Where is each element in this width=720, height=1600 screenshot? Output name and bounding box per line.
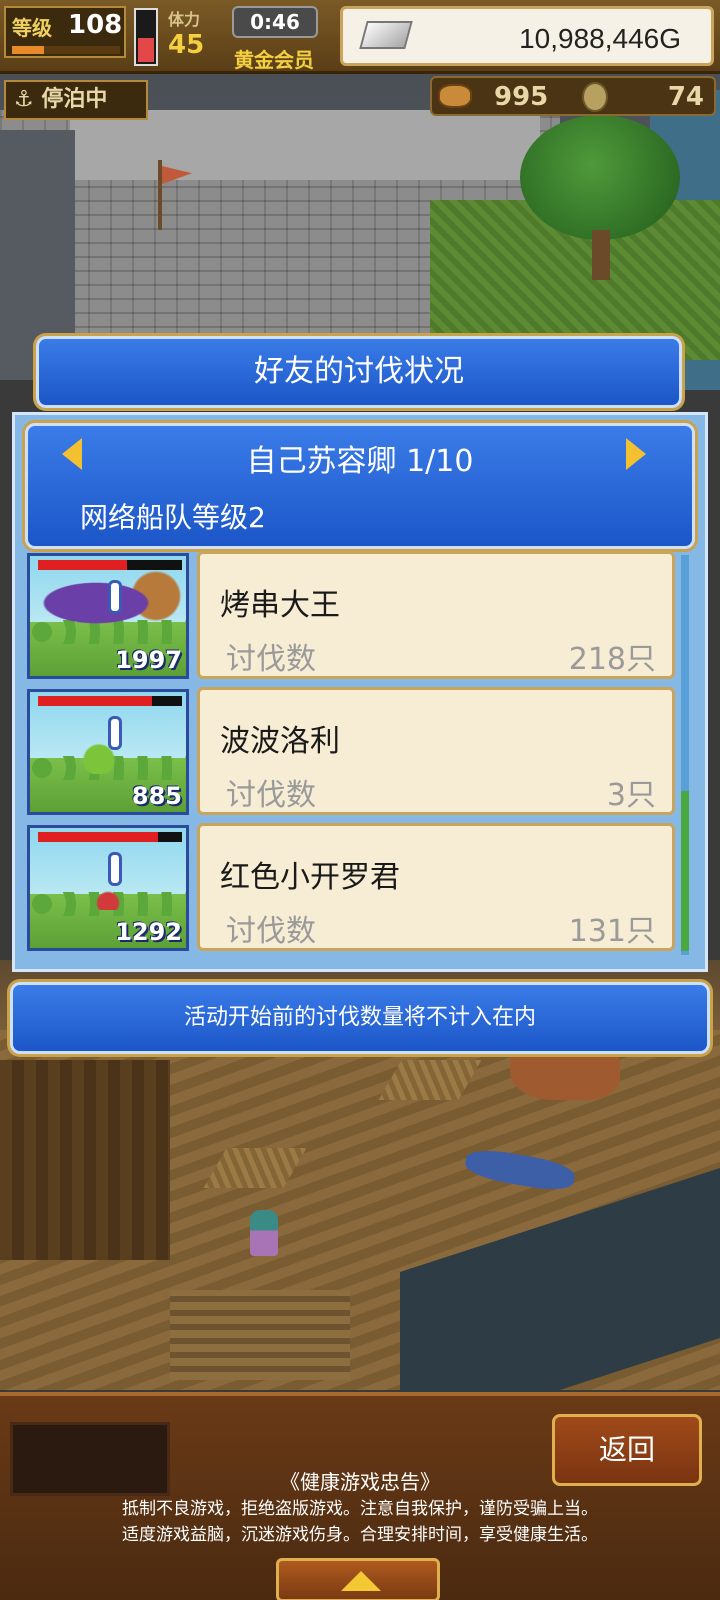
- monster-level: 885: [131, 782, 182, 810]
- scrollbar-thumb[interactable]: [681, 791, 689, 951]
- arrow-up-icon: [341, 1571, 381, 1591]
- tree: [520, 115, 680, 240]
- monster-hp-fill: [38, 560, 128, 570]
- monster-hp-fill: [38, 832, 158, 842]
- stamina-label: 体力: [168, 10, 201, 29]
- friend-card[interactable]: 红色小开罗君 讨伐数 131只: [197, 823, 675, 951]
- tree-trunk: [592, 230, 610, 280]
- level-progress-fill: [12, 46, 45, 54]
- money-value: 10,988,446G: [519, 23, 681, 54]
- fleet-level: 网络船队等级2: [80, 501, 266, 534]
- level-value: 108: [68, 10, 123, 40]
- list-item[interactable]: 1292 红色小开罗君 讨伐数 131只: [25, 823, 675, 953]
- coin-value: 74: [667, 82, 704, 112]
- hunt-count-value: 131只: [568, 914, 656, 949]
- ship-cabin: [0, 1060, 170, 1260]
- hunt-count-value: 218只: [568, 642, 656, 677]
- monster-hp-bar: [38, 560, 182, 570]
- friend-card[interactable]: 烤串大王 讨伐数 218只: [197, 551, 675, 679]
- monster-hp-fill: [38, 696, 152, 706]
- silver-bar-icon: [359, 21, 413, 49]
- level-panel[interactable]: 等级 108: [4, 6, 126, 58]
- level-progress-bar: [12, 46, 120, 54]
- list-item[interactable]: 1997 烤串大王 讨伐数 218只: [25, 551, 675, 681]
- alert-icon: [108, 852, 122, 886]
- player-character[interactable]: [250, 1210, 278, 1256]
- dialog-title: 好友的讨伐状况: [36, 336, 682, 408]
- stamina-gauge[interactable]: [134, 8, 158, 66]
- hunt-count-label: 讨伐数: [226, 914, 316, 949]
- monster-thumbnail: 885: [27, 689, 189, 815]
- monster-thumbnail: 1292: [27, 825, 189, 951]
- friend-card[interactable]: 波波洛利 讨伐数 3只: [197, 687, 675, 815]
- money-panel[interactable]: 10,988,446G: [340, 6, 714, 66]
- monster-hp-bar: [38, 696, 182, 706]
- hunt-count-label: 讨伐数: [226, 642, 316, 677]
- ship-status-label: 停泊中: [41, 87, 108, 112]
- stamina-value: 45: [168, 30, 205, 60]
- list-item[interactable]: 885 波波洛利 讨伐数 3只: [25, 687, 675, 817]
- castle-rampart: [70, 110, 540, 180]
- player-name: 自己苏容卿 1/10: [246, 444, 474, 479]
- ship-stairs: [170, 1290, 350, 1380]
- stamina-fill: [138, 37, 154, 62]
- top-hud: 等级 108 体力 45 0:46 黄金会员 10,988,446G: [0, 0, 720, 74]
- friend-hunt-panel: 自己苏容卿 1/10 网络船队等级2 1997 烤串大王 讨伐数 218只 88…: [12, 412, 708, 972]
- next-player-arrow-icon[interactable]: [626, 438, 646, 470]
- monster-thumbnail: 1997: [27, 553, 189, 679]
- flag-pole: [158, 160, 162, 230]
- anchor-icon: ⚓: [14, 87, 34, 112]
- expand-menu-button[interactable]: [276, 1558, 440, 1600]
- health-advice-title: 《健康游戏忠告》: [280, 1470, 440, 1494]
- friend-name: 红色小开罗君: [220, 860, 400, 895]
- friend-name: 波波洛利: [220, 724, 340, 759]
- resource-panel[interactable]: 995 74: [430, 76, 716, 116]
- bottom-bar: 返回 《健康游戏忠告》 抵制不良游戏，拒绝盗版游戏。注意自我保护，谨防受骗上当。…: [0, 1392, 720, 1600]
- hunt-list[interactable]: 1997 烤串大王 讨伐数 218只 885 波波洛利 讨伐数 3只 1292 …: [25, 551, 675, 959]
- monster-hp-bar: [38, 832, 182, 842]
- meat-icon: [438, 84, 472, 108]
- event-timer: 0:46: [232, 6, 318, 38]
- friend-name: 烤串大王: [220, 588, 340, 623]
- food-value: 995: [494, 82, 549, 112]
- monster-level: 1997: [115, 646, 182, 674]
- health-advice-line: 适度游戏益脑，沉迷游戏伤身。合理安排时间，享受健康生活。: [122, 1525, 598, 1545]
- hunt-count-label: 讨伐数: [226, 778, 316, 813]
- hunt-count-value: 3只: [606, 778, 656, 813]
- coin-icon: [582, 82, 608, 112]
- membership-badge[interactable]: 黄金会员: [234, 44, 314, 73]
- alert-icon: [108, 716, 122, 750]
- monster-level: 1292: [115, 918, 182, 946]
- level-label: 等级: [12, 16, 52, 40]
- ship-status[interactable]: ⚓ 停泊中: [4, 80, 148, 120]
- health-advice-line: 抵制不良游戏，拒绝盗版游戏。注意自我保护，谨防受骗上当。: [122, 1499, 598, 1519]
- list-scrollbar[interactable]: [681, 555, 689, 955]
- player-header: 自己苏容卿 1/10 网络船队等级2: [25, 423, 695, 549]
- alert-icon: [108, 580, 122, 614]
- notice-banner: 活动开始前的讨伐数量将不计入在内: [10, 982, 710, 1054]
